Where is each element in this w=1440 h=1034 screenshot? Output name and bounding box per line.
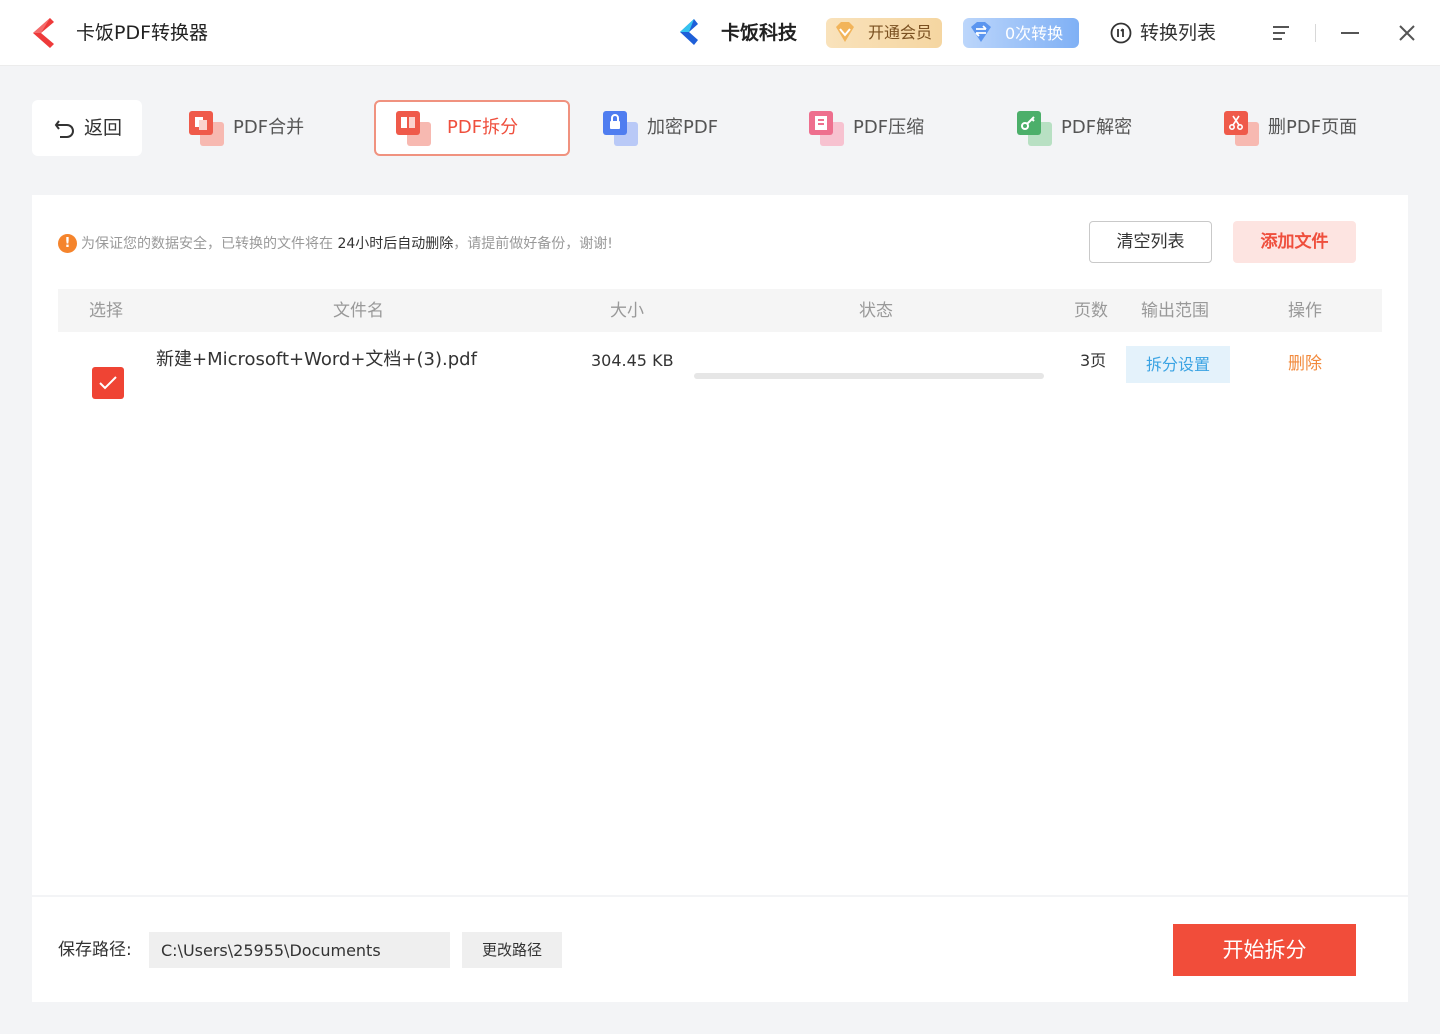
tool-pdf-decrypt[interactable]: PDF解密: [995, 100, 1191, 156]
diamond-icon: [836, 22, 854, 42]
header-pages: 页数: [1074, 301, 1108, 321]
back-button[interactable]: 返回: [32, 100, 142, 156]
tool-pdf-compress[interactable]: PDF压缩: [787, 100, 983, 156]
brand-name: 卡饭科技: [721, 22, 798, 44]
row-filename: 新建+Microsoft+Word+文档+(3).pdf: [156, 349, 477, 370]
app-logo-icon: [33, 18, 54, 48]
file-list-panel: ! 为保证您的数据安全，已转换的文件将在 24小时后自动删除，请提前做好备份，谢…: [32, 195, 1408, 895]
save-path-label: 保存路径:: [58, 940, 132, 960]
exchange-icon: [971, 22, 991, 42]
title-bar: 卡饭PDF转换器 卡饭科技 开通会员 0次转换 转换列表: [0, 0, 1440, 66]
vip-label: 开通会员: [868, 23, 933, 42]
footer-bar: 保存路径: 更改路径 开始拆分: [32, 897, 1408, 1002]
save-path-input[interactable]: [149, 932, 450, 968]
change-path-button[interactable]: 更改路径: [462, 932, 562, 968]
tool-pdf-encrypt[interactable]: 加密PDF: [581, 100, 777, 156]
conversions-label: 0次转换: [1005, 24, 1064, 43]
close-icon[interactable]: [1396, 22, 1418, 44]
start-split-button[interactable]: 开始拆分: [1173, 924, 1356, 976]
clear-list-button[interactable]: 清空列表: [1089, 221, 1212, 263]
split-settings-button[interactable]: 拆分设置: [1126, 346, 1230, 383]
notice-text: 为保证您的数据安全，已转换的文件将在 24小时后自动删除，请提前做好备份，谢谢!: [81, 236, 613, 252]
tool-label: 加密PDF: [647, 117, 719, 138]
tool-label: 删PDF页面: [1268, 117, 1358, 138]
tool-label: PDF合并: [233, 117, 305, 138]
tool-pdf-delete-pages[interactable]: 删PDF页面: [1202, 100, 1398, 156]
checkmark-icon: [99, 376, 117, 390]
undo-arrow-icon: [54, 120, 74, 138]
header-actions: 操作: [1288, 301, 1322, 321]
pdf-encrypt-icon: [603, 111, 638, 146]
pdf-merge-icon: [189, 111, 224, 146]
header-size: 大小: [610, 301, 644, 321]
row-progress-bar: [694, 373, 1044, 379]
menu-icon[interactable]: [1270, 22, 1292, 44]
header-filename: 文件名: [333, 301, 384, 321]
warning-icon: !: [58, 234, 77, 253]
pdf-decrypt-icon: [1017, 111, 1052, 146]
back-label: 返回: [84, 117, 123, 139]
table-header: 选择 文件名 大小 状态 页数 输出范围 操作: [58, 289, 1382, 332]
minimize-icon[interactable]: [1339, 22, 1361, 44]
tool-pdf-merge[interactable]: PDF合并: [167, 100, 363, 156]
pdf-split-icon: [396, 111, 431, 146]
tool-label: PDF解密: [1061, 117, 1133, 138]
row-checkbox[interactable]: [92, 367, 124, 399]
row-pages: 3页: [1080, 351, 1107, 370]
pdf-compress-icon: [809, 111, 844, 146]
table-row: 新建+Microsoft+Word+文档+(3).pdf 304.45 KB 3…: [58, 338, 1382, 408]
pdf-delete-pages-icon: [1224, 111, 1259, 146]
add-file-button[interactable]: 添加文件: [1233, 221, 1356, 263]
list-history-icon: [1110, 22, 1132, 44]
header-output-range: 输出范围: [1141, 301, 1209, 321]
vip-button[interactable]: 开通会员: [826, 18, 942, 48]
app-title: 卡饭PDF转换器: [76, 22, 209, 44]
row-size: 304.45 KB: [591, 351, 674, 370]
tool-pdf-split[interactable]: PDF拆分: [374, 100, 570, 156]
header-select: 选择: [89, 301, 123, 321]
tool-label: PDF压缩: [853, 117, 925, 138]
conversions-count-button[interactable]: 0次转换: [963, 18, 1079, 48]
conversion-list-label: 转换列表: [1140, 22, 1217, 44]
header-status: 状态: [859, 301, 893, 321]
brand-logo-icon: [680, 19, 698, 45]
title-divider: [1315, 24, 1316, 42]
tool-label: PDF拆分: [447, 117, 519, 138]
delete-row-link[interactable]: 删除: [1288, 353, 1322, 375]
